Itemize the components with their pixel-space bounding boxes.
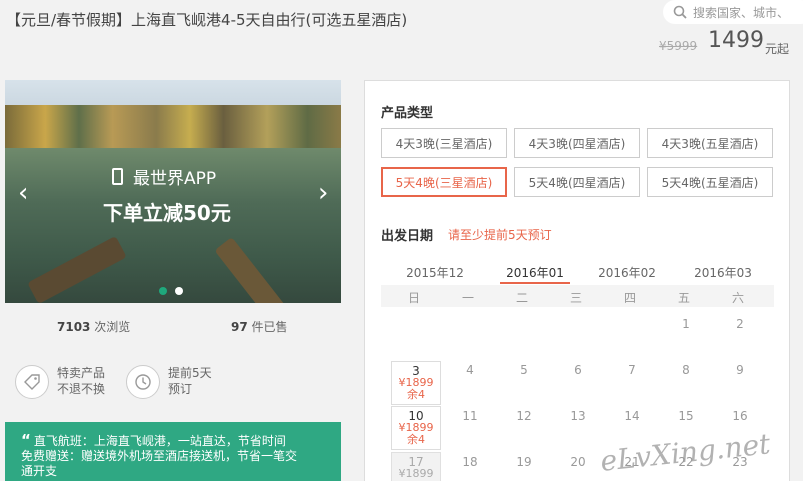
carousel-town: [5, 105, 341, 150]
weekday-thu: 四: [623, 291, 636, 305]
date-cell: 7: [628, 363, 636, 377]
option-5d4n-5star[interactable]: 5天4晚(五星酒店): [647, 167, 773, 197]
weekday-fri: 五: [677, 291, 690, 305]
date-stock: 余4: [407, 433, 425, 446]
date-cell: 2: [736, 317, 744, 331]
option-5d4n-4star[interactable]: 5天4晚(四星酒店): [514, 167, 640, 197]
feature-line2: 预订: [168, 382, 193, 396]
promo-app-label: 最世界APP: [133, 169, 217, 189]
option-4d3n-4star[interactable]: 4天3晚(四星酒店): [514, 128, 640, 158]
weekday-mon: 一: [461, 291, 474, 305]
date-cell: 15: [678, 409, 694, 423]
date-cell: 9: [736, 363, 744, 377]
highlights-box: “直飞航班：上海直飞岘港，一站直达，节省时间 免费赠送：赠送境外机场至酒店接送机…: [5, 422, 341, 481]
date-cell: 1: [682, 317, 690, 331]
date-cell: 11: [462, 409, 478, 423]
page-title: 【元旦/春节假期】上海直飞岘港4-5天自由行(可选五星酒店): [6, 11, 408, 29]
search-placeholder: 搜索国家、城市、: [693, 5, 790, 20]
product-type-label: 产品类型: [381, 106, 434, 121]
quote-mark: “: [21, 431, 31, 449]
weekday-tue: 二: [515, 291, 528, 305]
date-cell: 8: [682, 363, 690, 377]
carousel-dot-2[interactable]: [175, 287, 183, 295]
date-cell: 14: [624, 409, 640, 423]
feature-list: 特卖产品不退不换 提前5天预订: [5, 350, 341, 410]
feature-line1: 提前5天: [168, 366, 212, 380]
promo-app-text: 最世界APP: [112, 164, 216, 189]
date-cell: 18: [462, 455, 478, 469]
original-price: ¥5999: [659, 39, 698, 53]
date-cell: 4: [466, 363, 474, 377]
highlight-line1: 直飞航班：上海直飞岘港，一站直达，节省时间: [33, 434, 286, 448]
date-cell: 5: [520, 363, 528, 377]
feature-advance-booking: 提前5天预订: [126, 365, 212, 399]
month-tab-2015-12[interactable]: 2015年12: [400, 264, 470, 281]
month-tab-2016-01[interactable]: 2016年01: [500, 264, 570, 284]
views-count: 7103: [57, 320, 91, 334]
tag-icon: [15, 365, 49, 399]
date-cell: 6: [574, 363, 582, 377]
clock-icon: [126, 365, 160, 399]
date-price: ¥1899: [398, 467, 434, 480]
departure-date-label: 出发日期: [381, 229, 434, 244]
option-4d3n-3star[interactable]: 4天3晚(三星酒店): [381, 128, 507, 158]
date-stock: 余4: [407, 388, 425, 401]
date-cell: 13: [570, 409, 586, 423]
date-cell: 16: [732, 409, 748, 423]
carousel-dots: [159, 287, 183, 295]
date-cell: 12: [516, 409, 532, 423]
weekday-header: 日 一 二 三 四 五 六: [381, 285, 774, 307]
sold-label: 件已售: [251, 320, 288, 334]
search-icon: [673, 5, 687, 19]
date-cell-available[interactable]: 17 ¥1899: [391, 452, 441, 481]
weekday-wed: 三: [569, 291, 582, 305]
booking-hint: 请至少提前5天预订: [448, 228, 552, 242]
views-label: 次浏览: [94, 320, 131, 334]
phone-icon: [112, 168, 123, 185]
promo-discount-text: 下单立减50元: [103, 201, 231, 225]
carousel-prev-button[interactable]: ‹: [18, 178, 28, 208]
month-tab-2016-03[interactable]: 2016年03: [688, 264, 758, 281]
product-stats: 7103 次浏览 97 件已售: [5, 312, 341, 342]
month-tab-2016-02[interactable]: 2016年02: [592, 264, 662, 281]
date-cell: 19: [516, 455, 532, 469]
highlight-line2: 免费赠送：赠送境外机场至酒店接送机，节省一笔交: [21, 449, 298, 463]
feature-line2: 不退不换: [57, 382, 106, 396]
date-cell-available[interactable]: 3 ¥1899 余4: [391, 361, 441, 405]
date-cell: 20: [570, 455, 586, 469]
booking-panel: 产品类型 4天3晚(三星酒店) 4天3晚(四星酒店) 4天3晚(五星酒店) 5天…: [364, 80, 790, 481]
carousel-next-button[interactable]: ›: [318, 178, 328, 208]
feature-line1: 特卖产品: [57, 366, 106, 380]
carousel-dot-1[interactable]: [159, 287, 167, 295]
sold-count: 97: [231, 320, 248, 334]
search-input[interactable]: 搜索国家、城市、: [663, 0, 803, 24]
date-cell-available[interactable]: 10 ¥1899 余4: [391, 406, 441, 450]
price-suffix: 元起: [765, 42, 790, 56]
option-4d3n-5star[interactable]: 4天3晚(五星酒店): [647, 128, 773, 158]
image-carousel[interactable]: [5, 80, 341, 303]
option-5d4n-3star[interactable]: 5天4晚(三星酒店): [381, 167, 507, 197]
feature-special-sale: 特卖产品 不退不换: [15, 365, 105, 399]
current-price: 1499: [708, 28, 764, 53]
weekday-sun: 日: [407, 291, 420, 305]
weekday-sat: 六: [731, 291, 744, 305]
highlight-line3: 通开支: [21, 464, 58, 478]
